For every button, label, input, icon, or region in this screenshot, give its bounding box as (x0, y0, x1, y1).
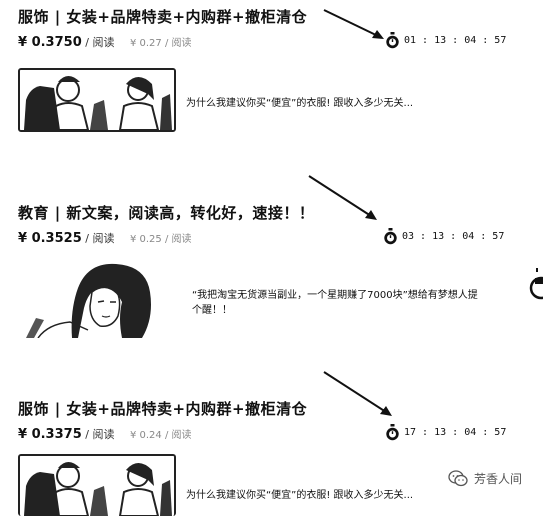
price-unit: / 阅读 (85, 428, 115, 441)
price-row: ¥ 0.3375 / 阅读 ¥ 0.24 / 阅读 (18, 426, 192, 442)
price-value: ¥ 0.3750 (18, 35, 82, 50)
price-unit: / 阅读 (85, 36, 115, 49)
countdown-timer: 01 : 13 : 04 : 57 (385, 32, 506, 49)
stopwatch-icon (529, 268, 543, 300)
old-price: ¥ 0.24 / 阅读 (129, 430, 192, 441)
countdown-timer: 17 : 13 : 04 : 57 (385, 424, 506, 441)
price-unit: / 阅读 (85, 232, 115, 245)
old-price: ¥ 0.27 / 阅读 (129, 38, 192, 49)
stopwatch-icon (384, 228, 397, 245)
countdown-timer: 03 : 13 : 04 : 57 (383, 228, 504, 245)
countdown-text: 03 : 13 : 04 : 57 (402, 231, 505, 242)
card-title: 服饰 | 女装+品牌特卖+内购群+撤柜清仓 (18, 8, 308, 26)
article-thumbnail[interactable] (18, 68, 176, 132)
article-title[interactable]: “我把淘宝无货源当副业，一个星期赚了7000块”想给有梦想人提个醒！！ (192, 288, 484, 318)
countdown-text: 01 : 13 : 04 : 57 (404, 35, 507, 46)
annotation-arrow (308, 175, 377, 220)
article-image (18, 258, 172, 338)
task-card[interactable]: 服饰 | 女装+品牌特卖+内购群+撤柜清仓 ¥ 0.3750 / 阅读 ¥ 0.… (0, 6, 543, 176)
card-title: 服饰 | 女装+品牌特卖+内购群+撤柜清仓 (18, 400, 308, 418)
wechat-icon (448, 470, 468, 487)
stopwatch-icon (386, 424, 399, 441)
price-row: ¥ 0.3525 / 阅读 ¥ 0.25 / 阅读 (18, 230, 192, 246)
article-thumbnail[interactable] (18, 258, 172, 338)
countdown-text: 17 : 13 : 04 : 57 (404, 427, 507, 438)
task-card[interactable]: 教育 | 新文案，阅读高，转化好，速接！！ ¥ 0.3525 / 阅读 ¥ 0.… (0, 175, 543, 362)
watermark: 芳香人间 (448, 470, 522, 487)
stopwatch-icon (386, 32, 399, 49)
article-image (20, 70, 174, 130)
watermark-text: 芳香人间 (474, 472, 523, 486)
annotation-arrow (323, 371, 392, 416)
price-row: ¥ 0.3750 / 阅读 ¥ 0.27 / 阅读 (18, 34, 192, 50)
annotation-arrow (323, 9, 384, 39)
article-image (20, 456, 174, 516)
price-value: ¥ 0.3375 (18, 427, 82, 442)
card-title: 教育 | 新文案，阅读高，转化好，速接！！ (18, 204, 315, 222)
article-title[interactable]: 为什么我建议你买“便宜”的衣服! 跟收入多少无关... (186, 96, 486, 111)
price-value: ¥ 0.3525 (18, 231, 82, 246)
article-title[interactable]: 为什么我建议你买“便宜”的衣服! 跟收入多少无关... (186, 488, 446, 503)
old-price: ¥ 0.25 / 阅读 (129, 234, 192, 245)
